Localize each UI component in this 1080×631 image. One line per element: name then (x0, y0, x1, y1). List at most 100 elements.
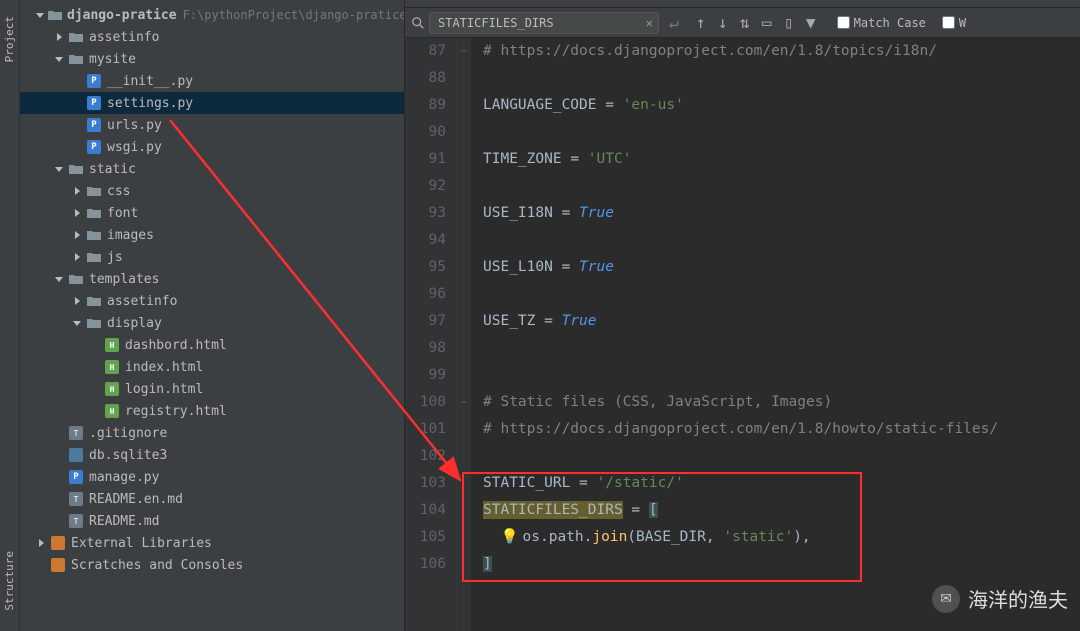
tree-arrow-icon[interactable] (72, 296, 82, 306)
fold-marker[interactable]: − (457, 389, 471, 416)
code-line[interactable]: USE_I18N = True (483, 200, 1080, 227)
tree-arrow-icon[interactable] (72, 208, 82, 218)
tree-arrow-icon[interactable] (54, 54, 64, 64)
tree-arrow-icon[interactable] (72, 318, 82, 328)
tree-item-wsgi-py[interactable]: Pwsgi.py (20, 136, 404, 158)
tree-arrow-icon[interactable] (72, 186, 82, 196)
tree-item-label: font (107, 206, 138, 221)
tree-item-assetinfo[interactable]: assetinfo (20, 290, 404, 312)
tree-item-mysite[interactable]: mysite (20, 48, 404, 70)
tree-item-static[interactable]: static (20, 158, 404, 180)
tree-item--gitignore[interactable]: T.gitignore (20, 422, 404, 444)
folder-icon (68, 30, 84, 44)
code-line[interactable]: # https://docs.djangoproject.com/en/1.8/… (483, 38, 1080, 65)
tree-item-index-html[interactable]: Hindex.html (20, 356, 404, 378)
project-tool-tab[interactable]: Project (1, 8, 18, 70)
find-prev-button[interactable]: ↑ (691, 13, 711, 33)
tree-item-registry-html[interactable]: Hregistry.html (20, 400, 404, 422)
tree-item-dashbord-html[interactable]: Hdashbord.html (20, 334, 404, 356)
code-line[interactable] (483, 119, 1080, 146)
code-line[interactable] (483, 281, 1080, 308)
tree-arrow-icon[interactable] (54, 274, 64, 284)
find-all-button[interactable]: ⇅ (735, 13, 755, 33)
tree-item-login-html[interactable]: Hlogin.html (20, 378, 404, 400)
tree-item-display[interactable]: display (20, 312, 404, 334)
tree-arrow-icon[interactable] (36, 538, 46, 548)
folder-icon (68, 162, 84, 176)
structure-tool-tab[interactable]: Structure (1, 543, 18, 619)
fold-marker (457, 281, 471, 308)
tree-arrow-icon[interactable] (36, 10, 44, 20)
tree-item-assetinfo[interactable]: assetinfo (20, 26, 404, 48)
line-number: 99 (405, 362, 446, 389)
code-line[interactable]: STATIC_URL = '/static/' (483, 470, 1080, 497)
code-line[interactable]: LANGUAGE_CODE = 'en-us' (483, 92, 1080, 119)
tree-item-readme-md[interactable]: TREADME.md (20, 510, 404, 532)
tree-item-scratches-and-consoles[interactable]: Scratches and Consoles (20, 554, 404, 576)
tree-arrow-icon[interactable] (54, 164, 64, 174)
code-line[interactable]: 💡os.path.join(BASE_DIR, 'static'), (483, 524, 1080, 551)
tree-arrow-icon[interactable] (54, 32, 64, 42)
html-icon: H (104, 382, 120, 396)
tree-item-urls-py[interactable]: Purls.py (20, 114, 404, 136)
find-nav-group: ↑ ↓ ⇅ ▭ ▯ ▼ (691, 13, 821, 33)
code-line[interactable]: # https://docs.djangoproject.com/en/1.8/… (483, 416, 1080, 443)
code-line[interactable] (483, 173, 1080, 200)
tree-item-templates[interactable]: templates (20, 268, 404, 290)
code-line[interactable]: USE_TZ = True (483, 308, 1080, 335)
tree-item-label: index.html (125, 360, 203, 375)
tree-arrow-icon (72, 120, 82, 130)
tree-item-css[interactable]: css (20, 180, 404, 202)
py-icon: P (68, 470, 84, 484)
match-case-checkbox[interactable]: Match Case (837, 16, 926, 30)
project-tree[interactable]: django-praticeF:\pythonProject\django-pr… (20, 0, 404, 576)
code-line[interactable] (483, 443, 1080, 470)
code-line[interactable]: STATICFILES_DIRS = [ (483, 497, 1080, 524)
words-checkbox[interactable]: W (942, 16, 966, 30)
fold-marker[interactable]: − (457, 38, 471, 65)
tree-item-readme-en-md[interactable]: TREADME.en.md (20, 488, 404, 510)
find-input[interactable] (429, 12, 659, 34)
tree-item-label: dashbord.html (125, 338, 227, 353)
fold-marker (457, 524, 471, 551)
tree-item-django-pratice[interactable]: django-praticeF:\pythonProject\django-pr… (20, 4, 404, 26)
tree-arrow-icon[interactable] (72, 230, 82, 240)
code-line[interactable] (483, 227, 1080, 254)
tree-item-js[interactable]: js (20, 246, 404, 268)
fold-marker (457, 254, 471, 281)
fold-marker (457, 362, 471, 389)
clear-search-icon[interactable]: ✕ (646, 16, 653, 30)
tree-item-manage-py[interactable]: Pmanage.py (20, 466, 404, 488)
tree-arrow-icon[interactable] (72, 252, 82, 262)
fold-marker (457, 308, 471, 335)
code-line[interactable]: USE_L10N = True (483, 254, 1080, 281)
tree-item-label: Scratches and Consoles (71, 558, 243, 573)
add-selection-button[interactable]: ▯ (779, 13, 799, 33)
tree-item-settings-py[interactable]: Psettings.py (20, 92, 404, 114)
select-all-button[interactable]: ▭ (757, 13, 777, 33)
fold-column[interactable]: −− (457, 38, 471, 631)
tree-item-label: .gitignore (89, 426, 167, 441)
code-line[interactable]: TIME_ZONE = 'UTC' (483, 146, 1080, 173)
editor-tabs[interactable] (405, 0, 1080, 8)
tree-item-images[interactable]: images (20, 224, 404, 246)
line-number: 95 (405, 254, 446, 281)
filter-button[interactable]: ▼ (801, 13, 821, 33)
code-line[interactable] (483, 335, 1080, 362)
tree-arrow-icon (90, 384, 100, 394)
tree-item-external-libraries[interactable]: External Libraries (20, 532, 404, 554)
wechat-icon: ✉ (932, 585, 960, 613)
tree-item---init---py[interactable]: P__init__.py (20, 70, 404, 92)
tree-item-label: templates (89, 272, 159, 287)
code-editor[interactable]: 8788899091929394959697989910010110210310… (405, 38, 1080, 631)
code-line[interactable] (483, 65, 1080, 92)
code-line[interactable]: ] (483, 551, 1080, 578)
code-line[interactable]: # Static files (CSS, JavaScript, Images) (483, 389, 1080, 416)
tree-item-label: README.md (89, 514, 159, 529)
find-next-button[interactable]: ↓ (713, 13, 733, 33)
code-lines[interactable]: # https://docs.djangoproject.com/en/1.8/… (471, 38, 1080, 631)
code-line[interactable] (483, 362, 1080, 389)
lib-icon (50, 558, 66, 572)
tree-item-db-sqlite3[interactable]: db.sqlite3 (20, 444, 404, 466)
tree-item-font[interactable]: font (20, 202, 404, 224)
